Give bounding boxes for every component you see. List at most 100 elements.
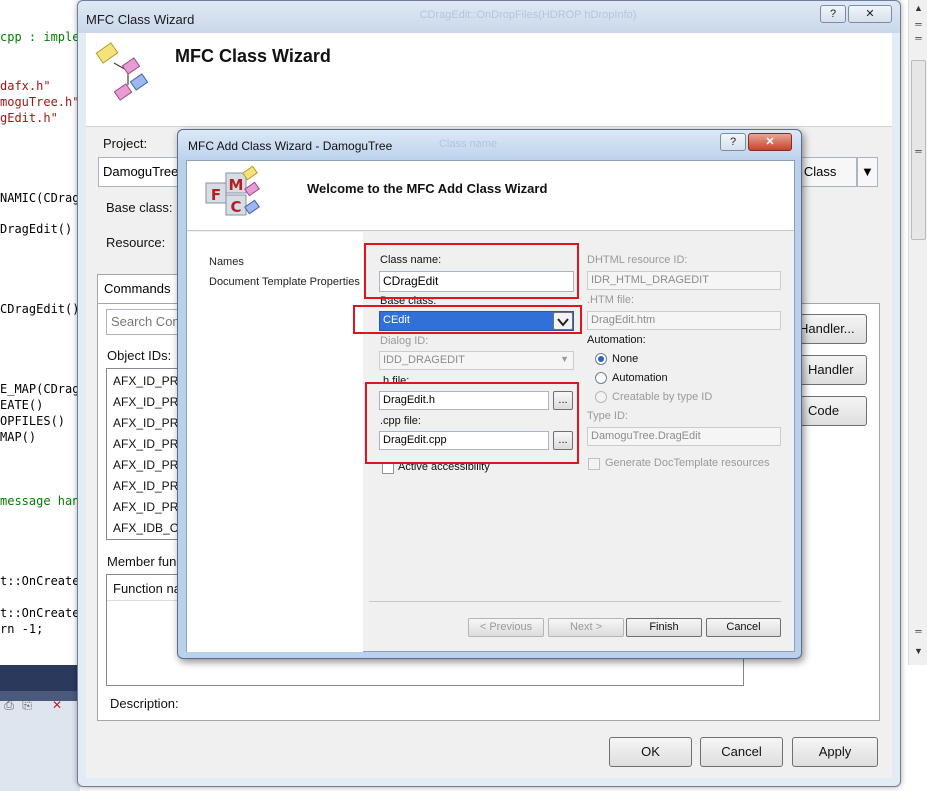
split-icon[interactable]: ═ bbox=[912, 32, 925, 45]
object-ids-label: Object IDs: bbox=[107, 348, 172, 363]
close-icon: ✕ bbox=[765, 136, 775, 148]
automation-creatable-label: Creatable by type ID bbox=[612, 391, 713, 403]
split-icon[interactable]: ═ bbox=[912, 625, 925, 638]
search-placeholder: Search Com bbox=[111, 314, 184, 329]
help-button[interactable]: ? bbox=[820, 5, 846, 23]
htm-file-value: DragEdit.htm bbox=[591, 314, 656, 326]
wizard-banner: MFC Class Wizard bbox=[86, 33, 892, 127]
list-item[interactable]: AFX_ID_PRE bbox=[113, 416, 185, 430]
window-title: MFC Class Wizard bbox=[86, 12, 195, 27]
code-line: NAMIC(CDragE bbox=[0, 191, 87, 205]
cancel-label: Cancel bbox=[721, 744, 762, 759]
nav-item-document-template-properties[interactable]: Document Template Properties bbox=[209, 276, 360, 288]
class-wizard-logo-icon bbox=[95, 42, 149, 101]
code-line: MAP() bbox=[0, 430, 37, 444]
dialog-id-select[interactable]: IDD_DRAGEDIT ▼ bbox=[379, 351, 574, 370]
banner-title: MFC Class Wizard bbox=[175, 46, 331, 66]
highlight-file-names bbox=[365, 382, 579, 464]
type-id-input[interactable]: DamoguTree.DragEdit bbox=[587, 427, 781, 446]
title-bar-ghost-text: Class name bbox=[438, 138, 498, 150]
add-handler-label: Handler... bbox=[799, 321, 855, 336]
previous-button[interactable]: < Previous bbox=[468, 618, 544, 637]
code-line: t::OnCreate bbox=[0, 606, 80, 620]
nav-item-names[interactable]: Names bbox=[209, 256, 244, 268]
apply-label: Apply bbox=[818, 744, 852, 759]
code-line: OPFILES() bbox=[0, 414, 66, 428]
help-button[interactable]: ? bbox=[720, 133, 746, 151]
ide-status-band bbox=[0, 665, 80, 691]
search-commands-input[interactable]: Search Com bbox=[106, 309, 186, 335]
delete-handler-label: Handler bbox=[808, 362, 854, 377]
tab-commands-label: Commands bbox=[104, 281, 171, 296]
list-item[interactable]: AFX_IDB_CH bbox=[113, 521, 185, 535]
list-item[interactable]: AFX_ID_PRE bbox=[113, 500, 185, 514]
ok-button[interactable]: OK bbox=[609, 737, 692, 767]
automation-automation-radio[interactable] bbox=[595, 372, 607, 384]
chevron-down-icon: ▼ bbox=[560, 354, 569, 364]
mfc-logo-icon: M F C bbox=[205, 165, 260, 216]
list-item[interactable]: AFX_ID_PRE bbox=[113, 374, 185, 388]
list-item[interactable]: AFX_ID_PRE bbox=[113, 395, 185, 409]
logo-letter: F bbox=[211, 186, 221, 204]
cancel-button[interactable]: Cancel bbox=[706, 618, 781, 637]
cancel-button[interactable]: Cancel bbox=[700, 737, 783, 767]
code-line: rn -1; bbox=[0, 622, 44, 636]
add-class-dropdown[interactable]: ▼ bbox=[857, 157, 878, 187]
resource-label: Resource: bbox=[106, 235, 166, 250]
toolbar-icon[interactable]: ✕ bbox=[50, 698, 64, 712]
project-value: DamoguTree bbox=[103, 164, 178, 179]
automation-automation-label: Automation bbox=[612, 372, 668, 384]
member-functions-label: Member fun bbox=[107, 554, 177, 569]
finish-button[interactable]: Finish bbox=[626, 618, 702, 637]
ok-label: OK bbox=[641, 744, 660, 759]
code-line: DragEdit() bbox=[0, 222, 73, 236]
dialog-id-label: Dialog ID: bbox=[380, 335, 429, 347]
project-label: Project: bbox=[103, 136, 148, 151]
scroll-down-icon[interactable]: ▼ bbox=[912, 645, 925, 658]
type-id-label: Type ID: bbox=[587, 410, 628, 422]
code-line: EATE() bbox=[0, 398, 44, 412]
toolbar-icon[interactable]: ⎙ bbox=[2, 698, 16, 712]
list-item[interactable]: AFX_ID_PRE bbox=[113, 479, 185, 493]
highlight-base-class bbox=[353, 305, 582, 334]
dhtml-resource-id-input[interactable]: IDR_HTML_DRAGEDIT bbox=[587, 271, 781, 290]
bottom-separator bbox=[369, 601, 781, 602]
function-name-column-header[interactable]: Function na bbox=[113, 581, 181, 596]
edit-code-label: Code bbox=[808, 403, 840, 418]
project-select[interactable]: DamoguTree bbox=[98, 157, 178, 187]
list-item[interactable]: AFX_ID_PRE bbox=[113, 458, 185, 472]
automation-creatable-radio[interactable] bbox=[595, 391, 607, 403]
code-line: CDragEdit() bbox=[0, 302, 80, 316]
dialog-title: MFC Add Class Wizard - DamoguTree bbox=[188, 139, 393, 153]
base-class-label: Base class: bbox=[106, 200, 173, 215]
code-line: E_MAP(CDragE bbox=[0, 382, 87, 396]
list-item[interactable]: AFX_ID_PRE bbox=[113, 437, 185, 451]
split-icon[interactable]: ═ bbox=[912, 18, 925, 31]
automation-none-radio[interactable] bbox=[595, 353, 607, 365]
highlight-class-name bbox=[364, 243, 579, 299]
ide-toolbar-area bbox=[0, 665, 80, 791]
title-bar[interactable]: MFC Add Class Wizard - DamoguTree Class … bbox=[178, 130, 801, 160]
automation-none-label: None bbox=[612, 353, 639, 365]
logo-letter: M bbox=[229, 176, 244, 194]
code-line: gEdit.h" bbox=[0, 111, 58, 125]
code-line: cpp : imple bbox=[0, 30, 80, 44]
code-line: t::OnCreate bbox=[0, 574, 80, 588]
close-button[interactable]: ✕ bbox=[748, 133, 792, 151]
dialog-id-value: IDD_DRAGEDIT bbox=[383, 354, 465, 366]
htm-file-input[interactable]: DragEdit.htm bbox=[587, 311, 781, 330]
tab-commands[interactable]: Commands bbox=[97, 274, 187, 304]
split-icon[interactable]: ═ bbox=[912, 145, 925, 158]
close-button[interactable]: ✕ bbox=[848, 5, 892, 23]
apply-button[interactable]: Apply bbox=[792, 737, 878, 767]
type-id-value: DamoguTree.DragEdit bbox=[591, 430, 701, 442]
previous-label: < Previous bbox=[479, 621, 533, 633]
generate-doctemplate-checkbox[interactable] bbox=[588, 458, 600, 470]
next-button[interactable]: Next > bbox=[548, 618, 624, 637]
scroll-up-icon[interactable]: ▲ bbox=[912, 2, 925, 15]
dhtml-resource-id-value: IDR_HTML_DRAGEDIT bbox=[591, 274, 709, 286]
title-bar[interactable]: MFC Class Wizard CDragEdit::OnDropFiles(… bbox=[78, 1, 900, 33]
toolbar-icon[interactable]: ⎘ bbox=[20, 698, 34, 712]
logo-letter: C bbox=[230, 198, 241, 216]
object-ids-list[interactable]: AFX_ID_PRE AFX_ID_PRE AFX_ID_PRE AFX_ID_… bbox=[106, 368, 186, 540]
